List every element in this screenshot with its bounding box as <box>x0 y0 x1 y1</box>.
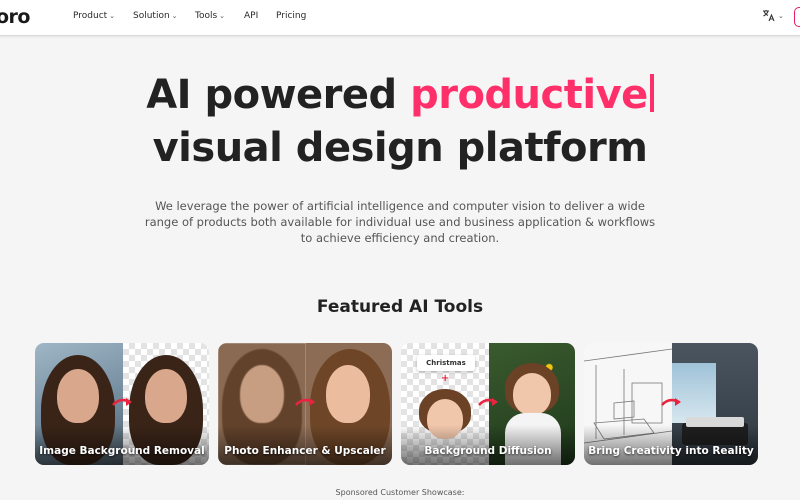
tool-card-label: Bring Creativity into Reality <box>588 445 754 457</box>
arrow-right-icon <box>295 398 315 406</box>
tool-card-label: Image Background Removal <box>39 445 205 457</box>
hero-headline-line1: AI powered productive <box>0 72 800 118</box>
nav-api[interactable]: API <box>244 11 258 21</box>
tool-card-label: Photo Enhancer & Upscaler <box>224 445 386 457</box>
featured-tools-heading: Featured AI Tools <box>316 297 484 317</box>
hero-accent-word: productive <box>410 72 648 118</box>
tool-card-background-removal[interactable]: Image Background Removal <box>35 343 209 465</box>
nav-solution[interactable]: Solution ⌄ <box>133 11 178 21</box>
nav-tools-label: Tools <box>195 11 218 21</box>
nav-tools[interactable]: Tools ⌄ <box>195 11 225 21</box>
nav-pricing-label: Pricing <box>276 11 307 21</box>
arrow-right-icon <box>112 398 132 406</box>
nav-product-label: Product <box>73 11 108 21</box>
brand-logo[interactable]: oro <box>0 6 30 28</box>
top-navbar: oro Product ⌄ Solution ⌄ Tools ⌄ API Pri… <box>0 0 800 36</box>
nav-pricing[interactable]: Pricing <box>276 11 306 21</box>
nav-product[interactable]: Product ⌄ <box>73 11 115 21</box>
translate-icon <box>763 10 775 22</box>
hero-headline-line2: visual design platform <box>152 125 648 171</box>
tool-card-label: Background Diffusion <box>424 445 552 457</box>
hero-prefix: AI powered <box>146 72 411 118</box>
header-action-button[interactable] <box>794 7 800 27</box>
nav-api-label: API <box>244 11 259 21</box>
tool-card-photo-enhancer[interactable]: Photo Enhancer & Upscaler <box>218 343 392 465</box>
chevron-down-icon: ⌄ <box>778 11 784 20</box>
tool-card-background-diffusion[interactable]: Christmas + Background Diffusion <box>401 343 575 465</box>
chevron-down-icon: ⌄ <box>109 12 116 20</box>
typing-caret <box>649 74 654 112</box>
hero-subtitle: We leverage the power of artificial inte… <box>144 199 656 245</box>
plus-icon: + <box>441 373 450 384</box>
chevron-down-icon: ⌄ <box>171 12 178 20</box>
language-selector[interactable]: ⌄ <box>762 9 784 22</box>
nav-solution-label: Solution <box>133 11 170 21</box>
tool-card-creativity-reality[interactable]: Bring Creativity into Reality <box>584 343 758 465</box>
chevron-down-icon: ⌄ <box>219 12 226 20</box>
sponsored-showcase-label: Sponsored Customer Showcase: <box>335 488 465 497</box>
prompt-tag: Christmas <box>417 355 475 371</box>
arrow-right-icon <box>478 398 498 406</box>
arrow-right-icon <box>661 398 681 406</box>
